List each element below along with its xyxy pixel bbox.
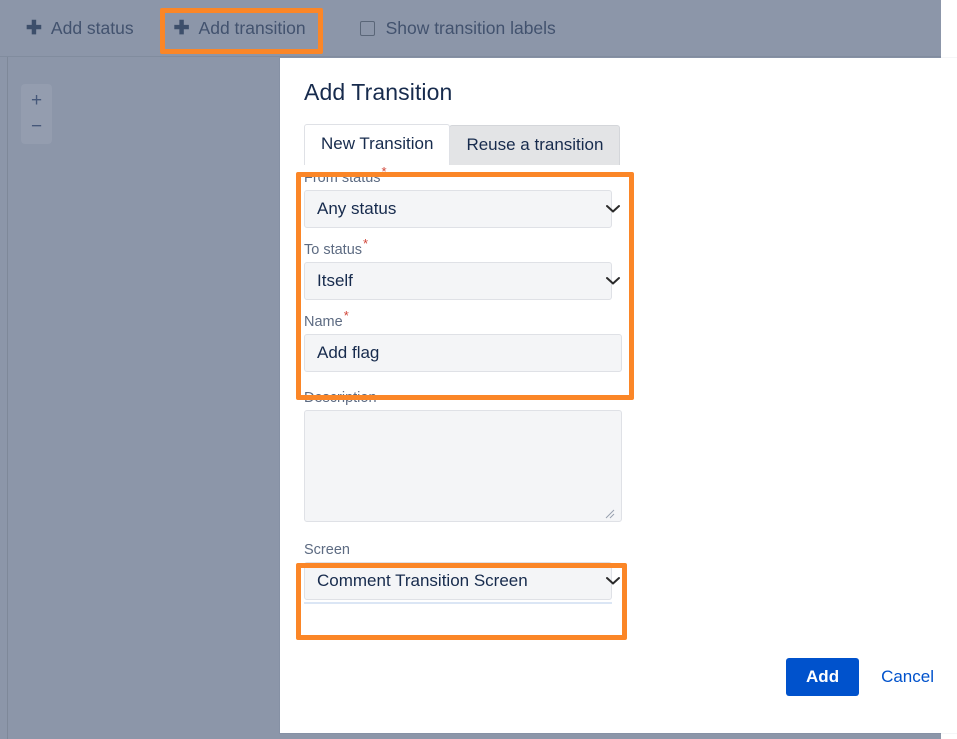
dialog-tabs: New Transition Reuse a transition xyxy=(304,124,621,165)
field-to-status: To status* Itself xyxy=(304,237,634,300)
app-root: ✚ Add status ✚ Add transition Show trans… xyxy=(0,0,957,739)
screen-select-underline xyxy=(304,602,612,604)
name-label: Name* xyxy=(304,309,634,330)
name-label-text: Name xyxy=(304,314,343,330)
plus-icon: ✚ xyxy=(26,18,42,39)
description-textarea[interactable] xyxy=(304,410,622,522)
add-button[interactable]: Add xyxy=(786,658,860,696)
to-status-label: To status* xyxy=(304,237,634,258)
zoom-controls[interactable]: + − xyxy=(21,84,52,144)
tab-reuse-a-transition[interactable]: Reuse a transition xyxy=(449,125,621,165)
screen-select[interactable]: Comment Transition Screen xyxy=(304,562,612,600)
name-input[interactable]: Add flag xyxy=(304,334,622,372)
field-from-status: From status* Any status xyxy=(304,165,634,228)
transition-form: From status* Any status To status* Itsel… xyxy=(304,165,634,604)
from-status-label-text: From status xyxy=(304,170,381,186)
description-label: Description xyxy=(304,390,377,406)
screen-label: Screen xyxy=(304,542,350,558)
checkbox-icon[interactable] xyxy=(359,21,375,36)
to-status-select-wrap: Itself xyxy=(304,262,634,300)
show-transition-labels-checkbox[interactable]: Show transition labels xyxy=(359,18,556,39)
to-status-label-text: To status xyxy=(304,242,363,258)
to-status-select[interactable]: Itself xyxy=(304,262,612,300)
plus-icon: ✚ xyxy=(173,18,190,39)
tab-new-transition[interactable]: New Transition xyxy=(304,124,451,165)
from-status-label: From status* xyxy=(304,165,634,186)
cancel-button[interactable]: Cancel xyxy=(881,667,934,687)
dialog-footer: Add Cancel xyxy=(786,658,934,696)
field-screen: Screen Comment Transition Screen xyxy=(304,542,634,604)
canvas-left-border xyxy=(7,57,8,739)
add-transition-dialog: Add Transition New Transition Reuse a tr… xyxy=(280,58,957,733)
zoom-out-button[interactable]: − xyxy=(31,117,42,136)
add-transition-button[interactable]: ✚ Add transition xyxy=(152,18,332,39)
field-description: Description xyxy=(304,390,634,522)
add-status-label: Add status xyxy=(50,18,134,38)
required-asterisk: * xyxy=(363,236,369,252)
dialog-title: Add Transition xyxy=(304,79,453,105)
required-asterisk: * xyxy=(381,164,387,180)
show-transition-labels-label: Show transition labels xyxy=(385,18,556,38)
workflow-toolbar: ✚ Add status ✚ Add transition Show trans… xyxy=(0,0,941,57)
required-asterisk: * xyxy=(343,308,349,324)
screen-select-wrap: Comment Transition Screen xyxy=(304,562,634,600)
zoom-in-button[interactable]: + xyxy=(31,91,42,110)
add-status-button[interactable]: ✚ Add status xyxy=(26,18,152,39)
from-status-select[interactable]: Any status xyxy=(304,190,612,228)
from-status-select-wrap: Any status xyxy=(304,190,634,228)
add-transition-label: Add transition xyxy=(198,18,306,38)
field-name: Name* Add flag xyxy=(304,309,634,372)
